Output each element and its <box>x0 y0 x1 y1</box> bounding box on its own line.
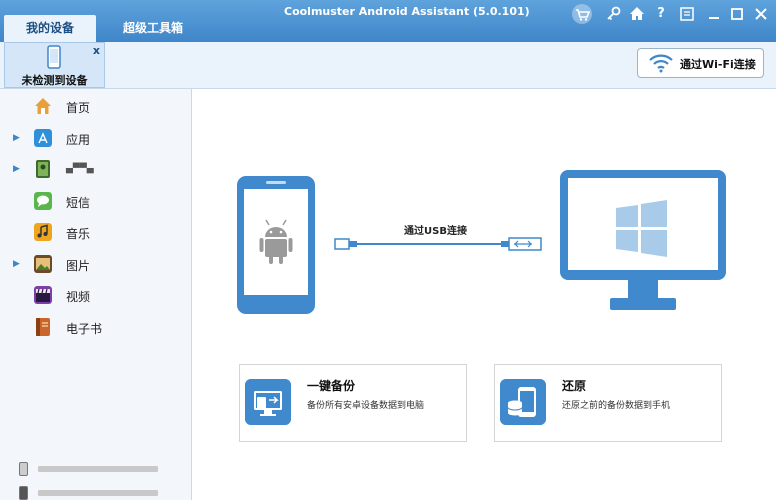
expand-arrow-icon[interactable]: ▶ <box>13 259 20 269</box>
card-description: 备份所有安卓设备数据到电脑 <box>307 401 425 411</box>
restore-icon <box>500 379 546 425</box>
minimize-icon[interactable] <box>705 5 723 23</box>
wifi-connect-button[interactable]: 通过Wi-Fi连接 <box>637 48 764 78</box>
phone-storage-icon <box>19 462 28 476</box>
android-phone-illustration <box>237 176 315 314</box>
sidebar-item-label: 视频 <box>66 290 91 304</box>
storage-bar <box>38 490 158 496</box>
device-status-label: 未检测到设备 <box>21 74 88 87</box>
usb-cable-illustration <box>334 237 542 251</box>
card-description: 还原之前的备份数据到手机 <box>562 401 671 411</box>
cart-icon[interactable] <box>571 3 593 25</box>
sidebar-item-label: 电子书 <box>66 322 103 336</box>
home-icon[interactable] <box>628 5 646 23</box>
maximize-icon[interactable] <box>728 5 746 23</box>
sidebar-item-photos[interactable]: ▶ 图片 <box>0 251 191 279</box>
sidebar-item-apps[interactable]: ▶ 应用 <box>0 125 191 153</box>
sidebar-item-ebooks[interactable]: 电子书 <box>0 314 191 342</box>
sidebar-item-label: 图片 <box>66 259 91 273</box>
expand-arrow-icon[interactable]: ▶ <box>13 164 20 174</box>
sidebar-item-label: 短信 <box>66 196 91 210</box>
device-tab-close-button[interactable]: x <box>93 44 100 57</box>
sidebar-item-label: 音乐 <box>66 227 91 241</box>
sidebar-item-label: 首页 <box>66 101 91 115</box>
card-title: 还原 <box>562 379 587 393</box>
close-icon[interactable] <box>752 5 770 23</box>
feedback-icon[interactable] <box>678 5 696 23</box>
sidebar-item-contacts[interactable]: ▶ ▄▀▀▄ <box>0 156 191 184</box>
card-title: 一键备份 <box>307 379 356 393</box>
video-clapper-icon <box>34 286 52 304</box>
wifi-connect-label: 通过Wi-Fi连接 <box>680 58 756 71</box>
internal-storage-bar <box>14 462 160 476</box>
wifi-icon <box>649 54 673 73</box>
key-icon[interactable] <box>605 5 623 23</box>
music-icon <box>34 223 52 241</box>
sd-card-icon <box>19 486 28 500</box>
ebook-icon <box>36 318 50 336</box>
sidebar-item-video[interactable]: 视频 <box>0 282 191 310</box>
sidebar-item-label: ▄▀▀▄ <box>66 164 94 174</box>
device-tab[interactable]: x 未检测到设备 <box>4 42 105 88</box>
restore-card[interactable]: 还原 还原之前的备份数据到手机 <box>494 364 722 442</box>
storage-bar <box>38 466 158 472</box>
sidebar-item-label: 应用 <box>66 133 91 147</box>
app-store-icon <box>34 129 52 147</box>
app-title: Coolmuster Android Assistant (5.0.101) <box>284 5 530 18</box>
message-icon <box>34 192 52 210</box>
photo-icon <box>34 255 52 273</box>
phone-icon <box>47 45 61 69</box>
expand-arrow-icon[interactable]: ▶ <box>13 133 20 143</box>
computer-monitor-illustration <box>560 170 726 310</box>
tab-super-toolbox[interactable]: 超级工具箱 <box>108 15 198 42</box>
backup-icon <box>245 379 291 425</box>
one-click-backup-card[interactable]: 一键备份 备份所有安卓设备数据到电脑 <box>239 364 467 442</box>
help-icon[interactable]: ? <box>652 5 670 23</box>
sidebar-item-sms[interactable]: 短信 <box>0 188 191 216</box>
home-icon <box>35 98 51 114</box>
sd-storage-bar <box>14 486 160 500</box>
sidebar-item-home[interactable]: 首页 <box>0 93 191 121</box>
sidebar-item-music[interactable]: 音乐 <box>0 219 191 247</box>
contacts-book-icon <box>36 160 50 178</box>
usb-connect-label: 通过USB连接 <box>404 226 467 237</box>
sidebar: 首页 ▶ 应用 ▶ ▄▀▀▄ 短信 音乐 ▶ 图片 视频 电子书 <box>0 89 192 500</box>
tab-my-device[interactable]: 我的设备 <box>4 15 96 42</box>
